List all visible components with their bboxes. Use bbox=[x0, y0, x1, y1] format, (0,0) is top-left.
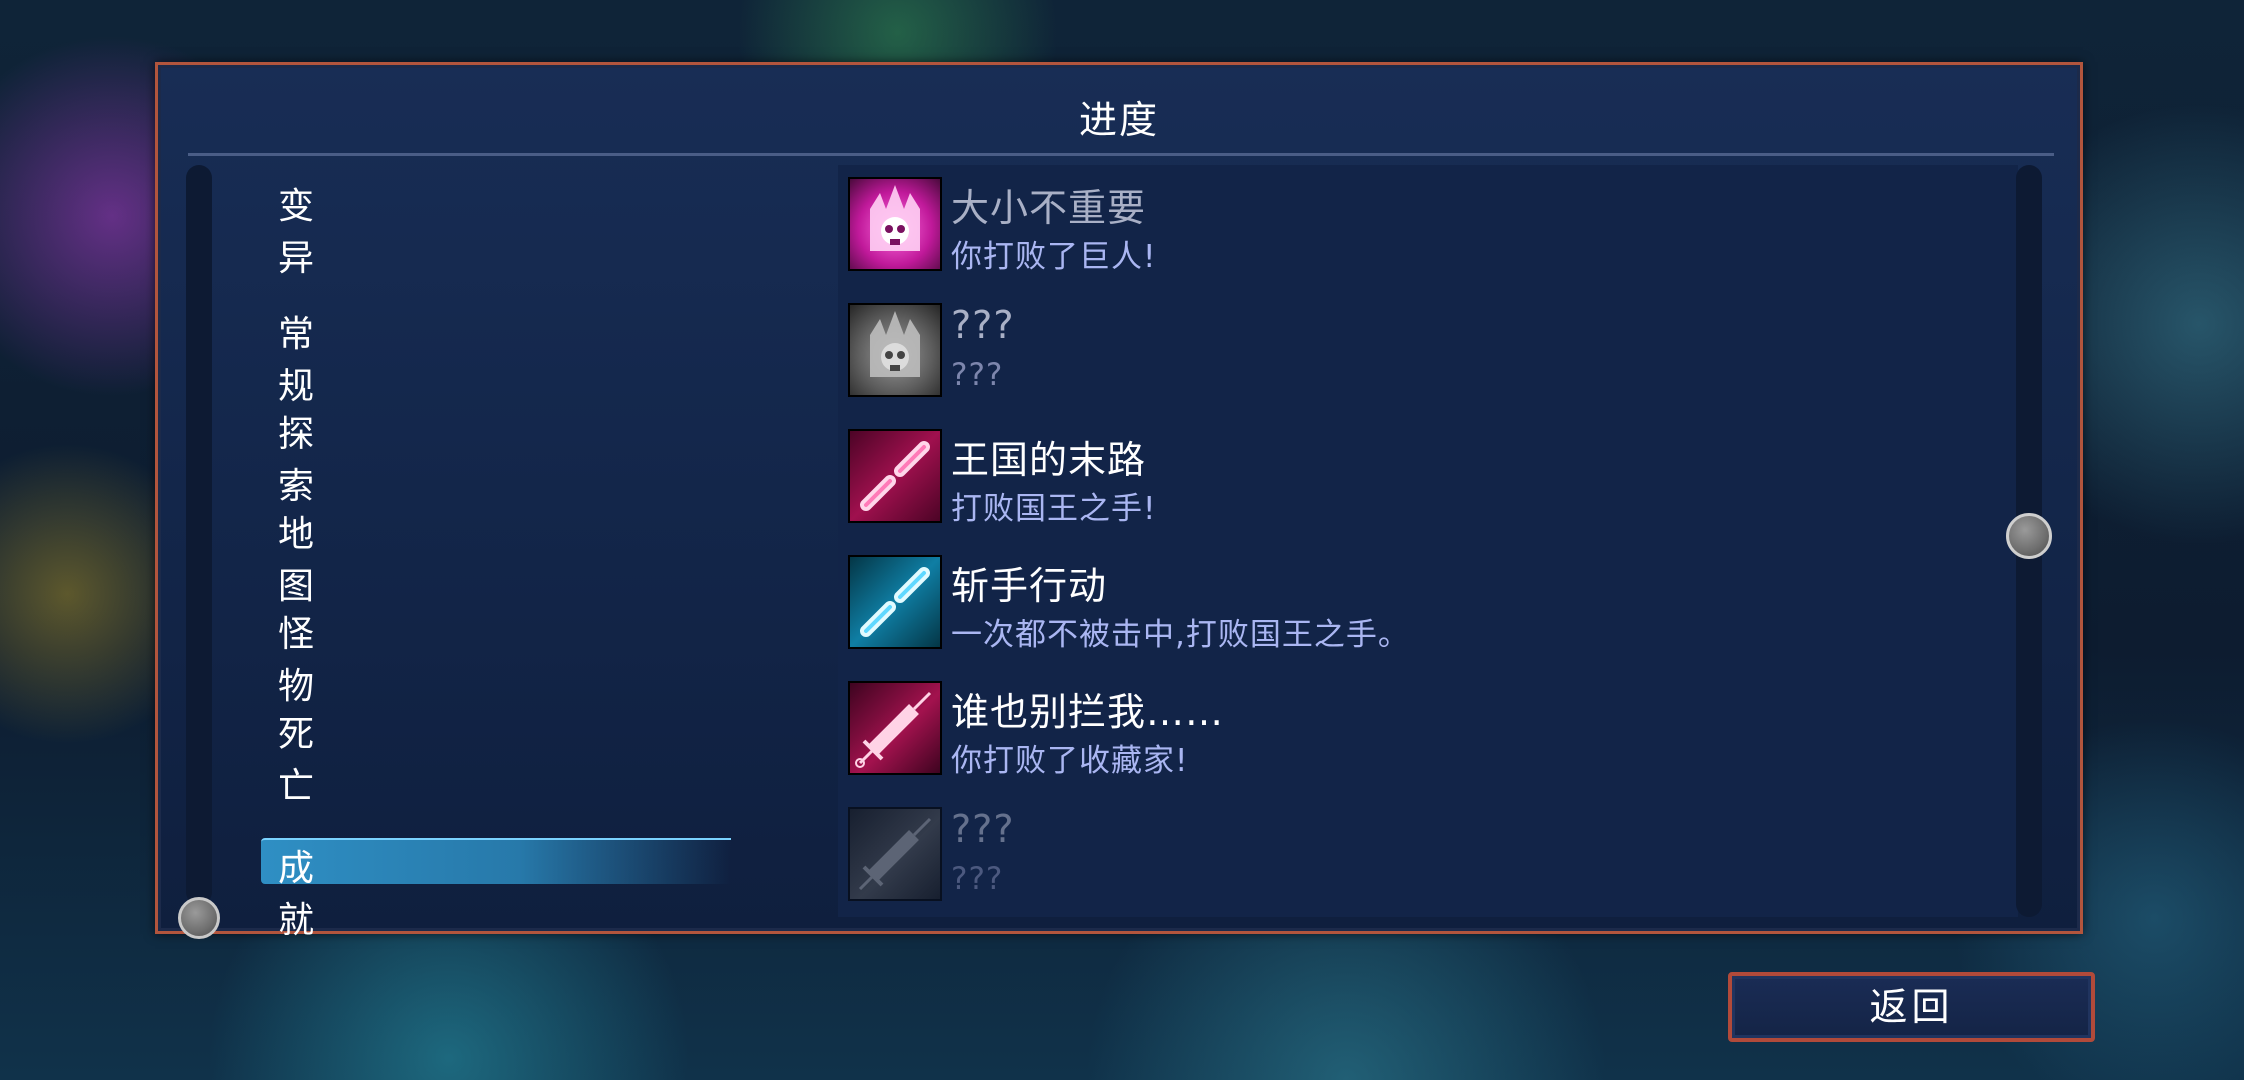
menu-item-achievements[interactable]: 成就 bbox=[278, 839, 316, 943]
giant-skull-crown-icon bbox=[848, 303, 942, 397]
achievement-desc: ??? bbox=[951, 861, 1004, 897]
menu-scrollbar-knob[interactable] bbox=[178, 897, 220, 939]
syringe-icon bbox=[848, 681, 942, 775]
achievement-name: 谁也别拦我…… bbox=[951, 690, 1225, 734]
back-button[interactable]: 返回 bbox=[1728, 972, 2095, 1042]
achievement-name: 斩手行动 bbox=[951, 564, 1108, 608]
achievement-name: 王国的末路 bbox=[951, 438, 1147, 482]
progress-panel: 进度 变异 常规 探索 地图 怪物 死亡 成就 大小不重要 你打败了巨人! ??… bbox=[155, 62, 2083, 941]
panel-title: 进度 bbox=[1078, 98, 1159, 142]
giant-skull-crown-icon bbox=[848, 177, 942, 271]
achievement-item[interactable]: 王国的末路 打败国王之手! bbox=[838, 417, 2018, 527]
twin-blades-icon bbox=[848, 555, 942, 649]
list-scrollbar-knob[interactable] bbox=[2006, 513, 2052, 559]
achievement-item[interactable]: 斩手行动 一次都不被击中,打败国王之手。 bbox=[838, 543, 2018, 653]
menu-item-exploration[interactable]: 探索 bbox=[278, 405, 316, 509]
menu-item-monsters[interactable]: 怪物 bbox=[278, 605, 316, 709]
title-divider bbox=[188, 153, 2054, 156]
achievement-desc: 你打败了巨人! bbox=[951, 239, 1157, 275]
achievement-name: ??? bbox=[951, 807, 1015, 851]
achievement-item-locked[interactable]: ??? ??? bbox=[838, 795, 2018, 905]
achievement-name: ??? bbox=[951, 303, 1015, 347]
menu-item-map[interactable]: 地图 bbox=[278, 505, 316, 609]
menu-item-deaths[interactable]: 死亡 bbox=[278, 705, 316, 809]
achievement-item-locked[interactable]: ??? ??? bbox=[838, 291, 2018, 401]
achievement-name: 大小不重要 bbox=[951, 186, 1147, 230]
syringe-icon bbox=[848, 807, 942, 901]
menu-selection-highlight bbox=[261, 838, 731, 884]
achievement-item[interactable]: 大小不重要 你打败了巨人! bbox=[838, 165, 2018, 275]
achievement-list[interactable]: 大小不重要 你打败了巨人! ??? ??? 王国的末路 打败国王之手! 斩手行动… bbox=[838, 165, 2018, 917]
twin-blades-icon bbox=[848, 429, 942, 523]
menu-item-mutations[interactable]: 变异 bbox=[278, 177, 316, 281]
achievement-desc: 打败国王之手! bbox=[951, 491, 1157, 527]
achievement-item[interactable]: 谁也别拦我…… 你打败了收藏家! bbox=[838, 669, 2018, 779]
menu-item-general[interactable]: 常规 bbox=[278, 305, 316, 409]
menu-scrollbar-track[interactable] bbox=[186, 165, 212, 905]
achievement-desc: 你打败了收藏家! bbox=[951, 743, 1189, 779]
achievement-desc: 一次都不被击中,打败国王之手。 bbox=[951, 617, 1410, 653]
achievement-desc: ??? bbox=[951, 357, 1004, 393]
